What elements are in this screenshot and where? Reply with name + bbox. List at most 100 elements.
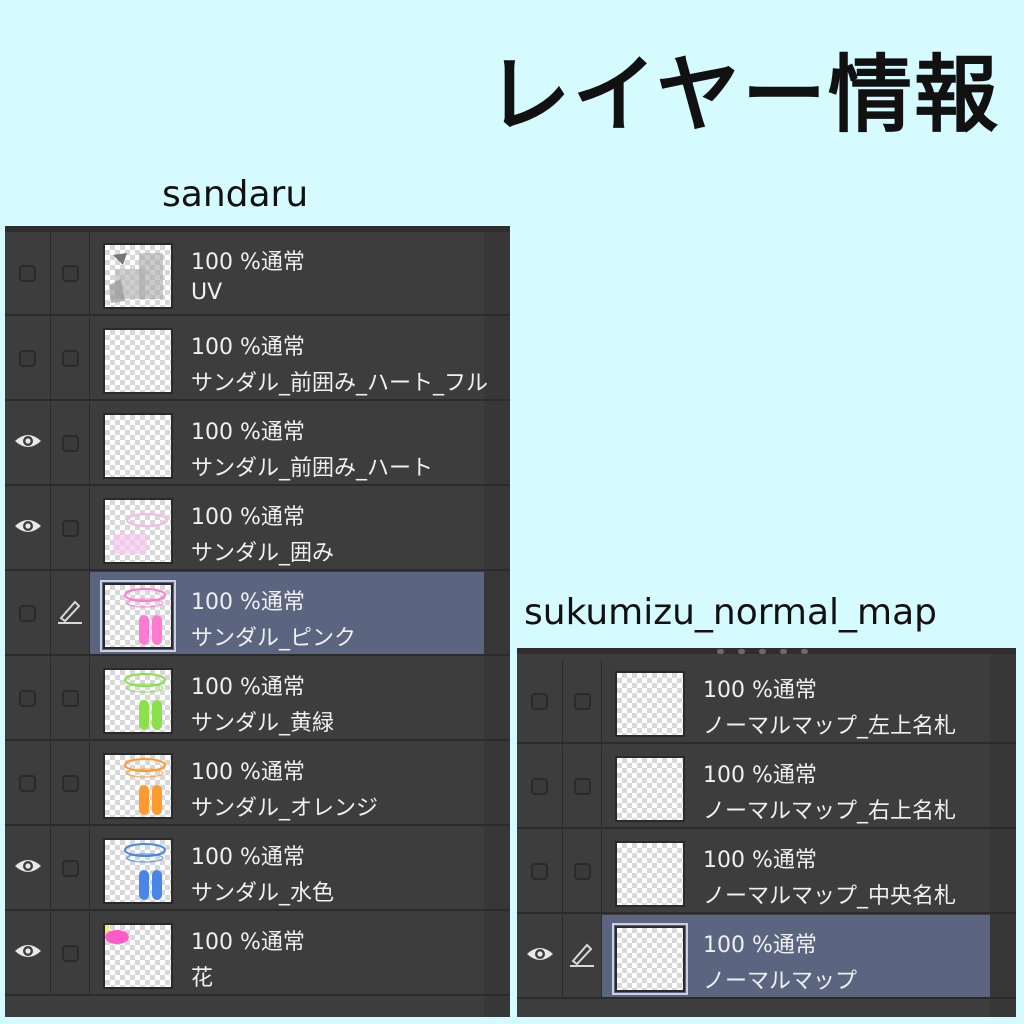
layer-row[interactable]: 100 %通常 サンダル_ピンク [5, 572, 510, 656]
visibility-toggle[interactable] [5, 657, 51, 739]
layer-row[interactable]: 100 %通常 ノーマルマップ_左上名札 [517, 660, 1016, 744]
visibility-toggle[interactable] [5, 912, 51, 994]
lock-checkbox[interactable] [573, 862, 591, 880]
layer-content[interactable]: 100 %通常 ノーマルマップ_左上名札 [602, 660, 990, 742]
visibility-toggle[interactable] [5, 572, 51, 654]
layer-content[interactable]: 100 %通常 サンダル_水色 [90, 827, 484, 909]
lock-checkbox[interactable] [61, 774, 79, 792]
layer-name[interactable]: サンダル_オレンジ [191, 790, 378, 822]
lock-checkbox[interactable] [61, 689, 79, 707]
layer-thumbnail[interactable] [103, 838, 173, 904]
layer-thumbnail[interactable] [612, 923, 688, 995]
layer-row[interactable]: 100 %通常 サンダル_オレンジ [5, 742, 510, 826]
lock-checkbox[interactable] [61, 519, 79, 537]
layer-row[interactable]: 100 %通常花 [5, 912, 510, 996]
visibility-toggle[interactable] [5, 487, 51, 569]
layer-row[interactable]: 100 %通常 サンダル_囲み [5, 487, 510, 571]
layer-thumbnail[interactable] [615, 671, 685, 737]
lock-checkbox[interactable] [61, 944, 79, 962]
visibility-checkbox[interactable] [19, 774, 36, 792]
visibility-checkbox[interactable] [531, 862, 548, 880]
layer-row[interactable]: 100 %通常 サンダル_水色 [5, 827, 510, 911]
layer-content[interactable]: 100 %通常 サンダル_オレンジ [90, 742, 484, 824]
layer-content[interactable]: 100 %通常 ノーマルマップ_右上名札 [602, 745, 990, 827]
layer-name[interactable]: サンダル_黄緑 [191, 705, 334, 737]
visibility-checkbox[interactable] [19, 689, 36, 707]
visibility-checkbox[interactable] [531, 777, 548, 795]
visibility-toggle[interactable] [517, 660, 563, 742]
lock-checkbox[interactable] [61, 434, 79, 452]
visibility-toggle[interactable] [5, 317, 51, 399]
layer-thumbnail[interactable] [103, 668, 173, 734]
visibility-toggle[interactable] [5, 402, 51, 484]
layer-name[interactable]: 花 [191, 960, 213, 992]
layer-thumbnail[interactable] [615, 756, 685, 822]
lock-checkbox[interactable] [61, 859, 79, 877]
layer-opacity-mode: 100 %通常 [191, 335, 305, 360]
lock-checkbox[interactable] [61, 264, 79, 282]
visibility-toggle[interactable] [5, 232, 51, 314]
visibility-toggle[interactable] [517, 830, 563, 912]
visibility-checkbox[interactable] [19, 349, 36, 367]
edit-toggle[interactable] [563, 830, 602, 912]
panel-grip[interactable] [717, 648, 887, 654]
edit-toggle[interactable] [51, 912, 90, 994]
layer-name[interactable]: サンダル_前囲み_ハート [191, 450, 433, 482]
layer-name[interactable]: サンダル_囲み [191, 535, 334, 567]
layer-row[interactable]: 100 %通常サンダル_前囲み_ハート_フル [5, 317, 510, 401]
edit-toggle[interactable] [51, 402, 90, 484]
layer-content[interactable]: 100 %通常 サンダル_前囲み_ハート [90, 402, 484, 484]
layer-opacity-mode: 100 %通常 [703, 848, 817, 873]
layer-row[interactable]: 100 %通常 ノーマルマップ_右上名札 [517, 745, 1016, 829]
lock-checkbox[interactable] [573, 692, 591, 710]
layer-thumbnail[interactable] [103, 498, 173, 564]
lock-checkbox[interactable] [61, 349, 79, 367]
layer-thumbnail[interactable] [103, 328, 173, 394]
layer-name[interactable]: ノーマルマップ_右上名札 [703, 793, 956, 825]
visibility-checkbox[interactable] [531, 692, 548, 710]
layer-content[interactable]: 100 %通常サンダル_前囲み_ハート_フル [90, 317, 488, 399]
visibility-toggle[interactable] [5, 742, 51, 824]
layer-name[interactable]: ノーマルマップ_左上名札 [703, 708, 956, 740]
edit-toggle[interactable] [51, 487, 90, 569]
edit-toggle[interactable] [51, 232, 90, 314]
edit-toggle[interactable] [51, 317, 90, 399]
layer-name[interactable]: ノーマルマップ [703, 963, 857, 995]
layer-name[interactable]: サンダル_前囲み_ハート_フル [191, 365, 488, 397]
layer-thumbnail[interactable] [100, 580, 176, 652]
visibility-toggle[interactable] [517, 915, 563, 997]
visibility-toggle[interactable] [517, 745, 563, 827]
edit-toggle[interactable] [563, 660, 602, 742]
layer-row[interactable]: 100 %通常 UV [5, 232, 510, 316]
edit-toggle[interactable] [51, 657, 90, 739]
layer-row[interactable]: 100 %通常 サンダル_前囲み_ハート [5, 402, 510, 486]
layer-name[interactable]: ノーマルマップ_中央名札 [703, 878, 956, 910]
visibility-checkbox[interactable] [19, 604, 36, 622]
edit-toggle[interactable] [563, 745, 602, 827]
layer-content[interactable]: 100 %通常 サンダル_囲み [90, 487, 484, 569]
layer-content[interactable]: 100 %通常 サンダル_黄緑 [90, 657, 484, 739]
layer-content[interactable]: 100 %通常ノーマルマップ_中央名札 [602, 830, 990, 912]
visibility-checkbox[interactable] [19, 264, 36, 282]
layer-thumbnail[interactable] [103, 243, 173, 309]
layer-row[interactable]: 100 %通常 サンダル_黄緑 [5, 657, 510, 741]
lock-checkbox[interactable] [573, 777, 591, 795]
layer-content[interactable]: 100 %通常 サンダル_ピンク [90, 572, 484, 654]
layer-name[interactable]: サンダル_水色 [191, 875, 334, 907]
layer-content[interactable]: 100 %通常花 [90, 912, 484, 994]
layer-name[interactable]: サンダル_ピンク [191, 620, 356, 652]
layer-thumbnail[interactable] [103, 923, 173, 989]
edit-toggle[interactable] [51, 827, 90, 909]
layer-row[interactable]: 100 %通常 ノーマルマップ [517, 915, 1016, 999]
layer-thumbnail[interactable] [103, 413, 173, 479]
layer-thumbnail[interactable] [615, 841, 685, 907]
layer-thumbnail[interactable] [103, 753, 173, 819]
edit-toggle[interactable] [51, 572, 90, 654]
layer-content[interactable]: 100 %通常 ノーマルマップ [602, 915, 990, 997]
edit-toggle[interactable] [563, 915, 602, 997]
visibility-toggle[interactable] [5, 827, 51, 909]
layer-content[interactable]: 100 %通常 UV [90, 232, 484, 314]
layer-row[interactable]: 100 %通常ノーマルマップ_中央名札 [517, 830, 1016, 914]
layer-name[interactable]: UV [191, 280, 222, 305]
edit-toggle[interactable] [51, 742, 90, 824]
